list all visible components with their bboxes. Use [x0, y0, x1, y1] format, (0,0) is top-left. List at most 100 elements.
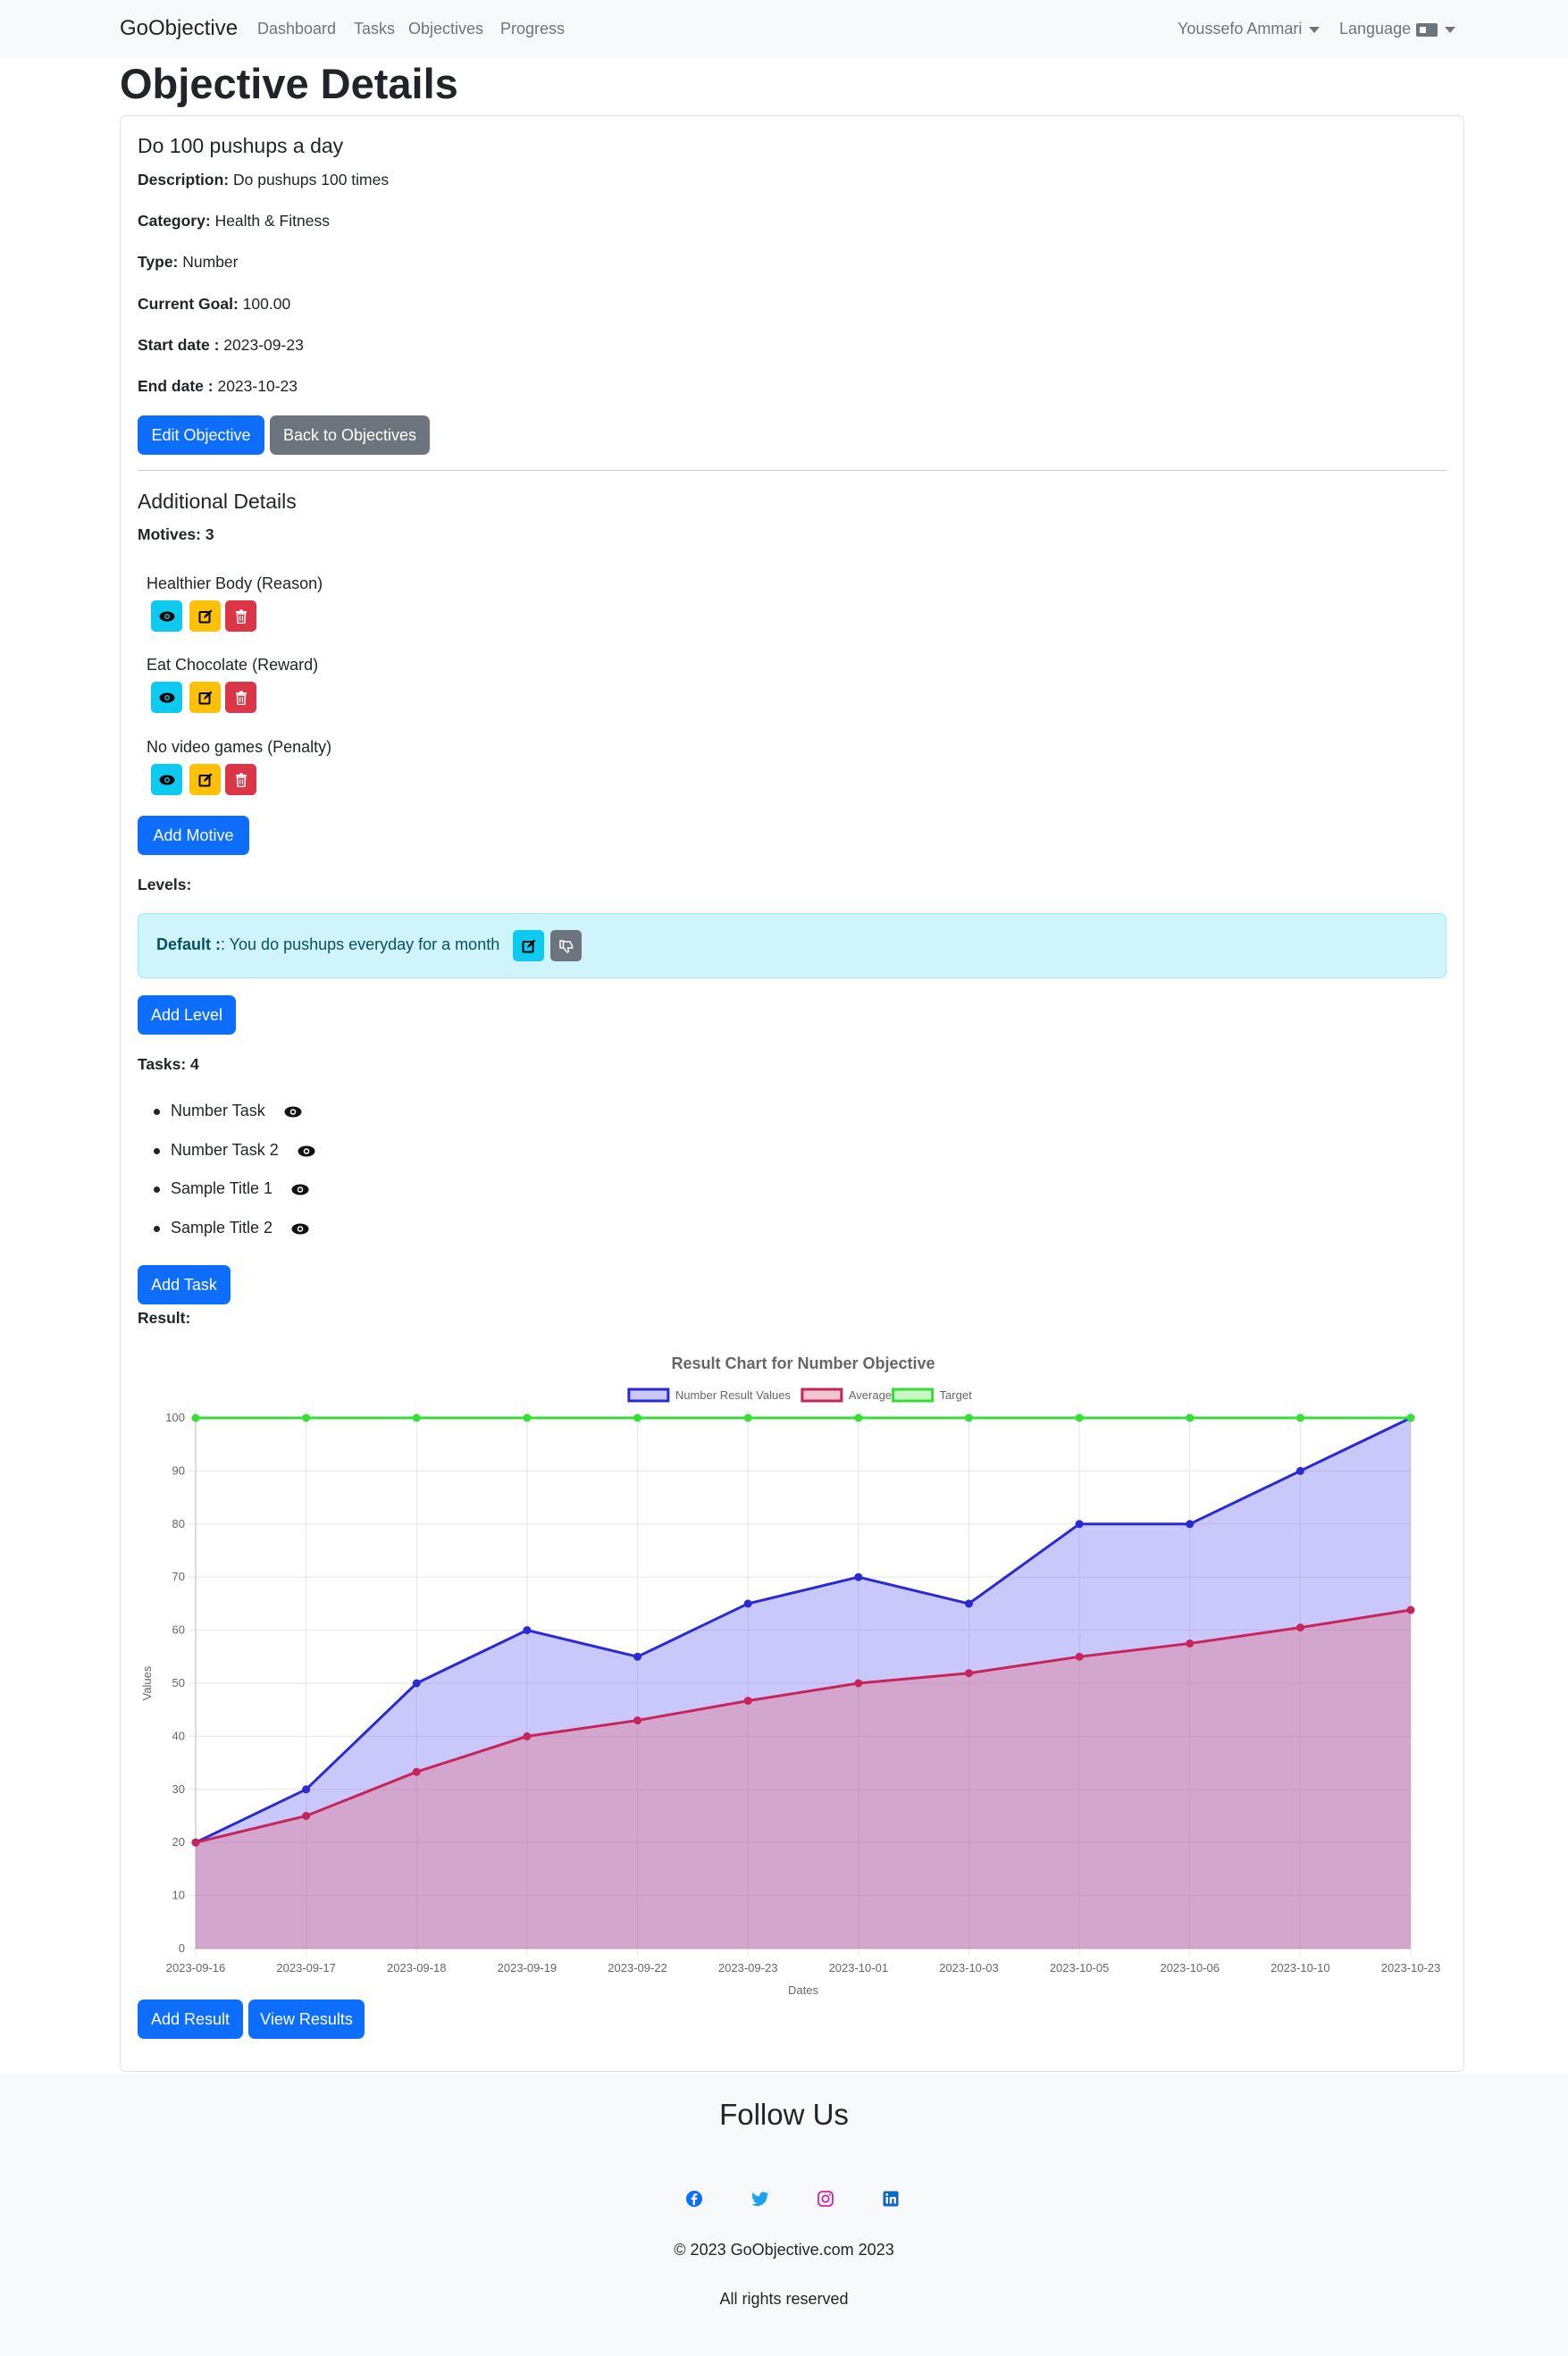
data-point	[1295, 1466, 1304, 1475]
level-action-button[interactable]	[550, 930, 582, 961]
language-dropdown[interactable]: Language	[1339, 20, 1456, 38]
trash-icon	[235, 609, 247, 624]
level-description: : You do pushups everyday for a month	[221, 935, 500, 953]
x-tick-label: 2023-10-05	[1050, 1961, 1110, 1975]
y-tick-label: 30	[172, 1782, 185, 1796]
motive-label: Eat Chocolate (Reward)	[147, 656, 319, 674]
y-tick-label: 0	[179, 1941, 185, 1955]
data-point	[412, 1413, 421, 1422]
task-item: Sample Title 1	[171, 1179, 273, 1198]
y-tick-label: 20	[172, 1835, 185, 1849]
instagram-icon[interactable]	[815, 2188, 836, 2209]
levels-label: Levels:	[138, 876, 192, 893]
task-item: Sample Title 2	[171, 1219, 273, 1237]
data-point	[1406, 1606, 1415, 1614]
field-label: Start date :	[138, 336, 220, 354]
eye-icon[interactable]	[291, 1184, 309, 1195]
field-value: 2023-09-23	[223, 336, 304, 354]
data-point	[1295, 1623, 1304, 1632]
nav-link-tasks[interactable]: Tasks	[354, 20, 395, 38]
y-tick-label: 50	[172, 1676, 185, 1689]
bullet-icon	[154, 1226, 160, 1232]
user-dropdown[interactable]: Youssefo Ammari	[1178, 20, 1321, 38]
add-motive-button[interactable]: Add Motive	[138, 816, 249, 855]
result-chart: Result Chart for Number Objective Number …	[140, 1354, 1440, 1997]
eye-icon	[159, 692, 174, 702]
task-item: Number Task	[171, 1102, 265, 1120]
field-value: 100.00	[242, 295, 291, 313]
data-point	[633, 1716, 642, 1725]
data-point	[302, 1413, 311, 1422]
edit-level-button[interactable]	[513, 930, 544, 961]
navbar: GoObjective Dashboard Tasks Objectives P…	[0, 0, 1568, 58]
eye-icon[interactable]	[284, 1106, 302, 1118]
view-motive-button[interactable]	[151, 600, 182, 632]
data-point	[854, 1572, 863, 1581]
motives-count: Motives: 3	[138, 525, 214, 543]
data-point	[854, 1679, 863, 1688]
result-label: Result:	[138, 1309, 191, 1327]
delete-motive-button[interactable]	[225, 682, 256, 713]
x-tick-label: 2023-09-17	[276, 1961, 336, 1975]
brand-link[interactable]: GoObjective	[120, 16, 238, 41]
additional-details-title: Additional Details	[138, 490, 297, 513]
field-value: Health & Fitness	[214, 212, 330, 230]
y-tick-label: 70	[172, 1570, 185, 1583]
data-point	[412, 1767, 421, 1776]
x-axis-label: Dates	[788, 1983, 818, 1997]
eye-icon	[159, 611, 174, 621]
x-tick-label: 2023-09-19	[498, 1961, 558, 1975]
data-point	[1186, 1520, 1195, 1529]
delete-motive-button[interactable]	[225, 600, 256, 632]
x-tick-label: 2023-09-18	[387, 1961, 447, 1975]
x-tick-label: 2023-09-23	[718, 1961, 778, 1975]
edit-icon	[198, 691, 212, 704]
y-tick-label: 60	[172, 1623, 185, 1637]
edit-icon	[522, 939, 535, 952]
back-to-objectives-button[interactable]: Back to Objectives	[270, 415, 430, 455]
data-point	[1075, 1520, 1084, 1529]
eye-icon[interactable]	[298, 1145, 315, 1157]
edit-objective-button[interactable]: Edit Objective	[138, 415, 264, 455]
field-value: Number	[182, 253, 239, 271]
edit-icon	[198, 609, 212, 623]
nav-link-objectives[interactable]: Objectives	[408, 20, 483, 38]
objective-name: Do 100 pushups a day	[138, 134, 344, 157]
edit-motive-button[interactable]	[189, 600, 221, 632]
x-tick-label: 2023-09-16	[166, 1961, 226, 1975]
x-tick-label: 2023-10-01	[829, 1961, 889, 1975]
trash-icon	[235, 691, 247, 705]
linkedin-icon[interactable]	[880, 2188, 901, 2209]
facebook-icon[interactable]	[683, 2188, 705, 2209]
data-point	[743, 1413, 752, 1422]
field-label: End date :	[138, 377, 214, 395]
nav-link-progress[interactable]: Progress	[500, 20, 565, 38]
view-motive-button[interactable]	[151, 764, 182, 795]
data-point	[1186, 1639, 1195, 1648]
field-end-date: End date : 2023-10-23	[138, 377, 298, 396]
add-result-button[interactable]: Add Result	[138, 2000, 243, 2039]
thumbs-down-icon	[558, 939, 573, 953]
delete-motive-button[interactable]	[225, 764, 256, 795]
y-tick-label: 100	[165, 1411, 185, 1424]
x-tick-label: 2023-09-22	[608, 1961, 667, 1975]
twitter-icon[interactable]	[750, 2188, 771, 2209]
data-point	[1186, 1413, 1195, 1422]
add-level-button[interactable]: Add Level	[138, 995, 236, 1035]
edit-motive-button[interactable]	[189, 682, 221, 713]
page-title: Objective Details	[120, 60, 458, 107]
legend-label: Target	[940, 1388, 973, 1402]
data-point	[523, 1731, 532, 1740]
add-task-button[interactable]: Add Task	[138, 1265, 231, 1304]
view-results-button[interactable]: View Results	[248, 2000, 365, 2039]
data-point	[964, 1413, 973, 1422]
view-motive-button[interactable]	[151, 682, 182, 713]
legend-swatch	[892, 1388, 935, 1403]
edit-motive-button[interactable]	[189, 764, 221, 795]
nav-link-dashboard[interactable]: Dashboard	[257, 20, 336, 38]
eye-icon[interactable]	[291, 1223, 309, 1235]
trash-icon	[235, 773, 247, 787]
y-tick-label: 10	[172, 1889, 185, 1902]
data-point	[1406, 1413, 1415, 1422]
field-label: Type:	[138, 253, 179, 271]
